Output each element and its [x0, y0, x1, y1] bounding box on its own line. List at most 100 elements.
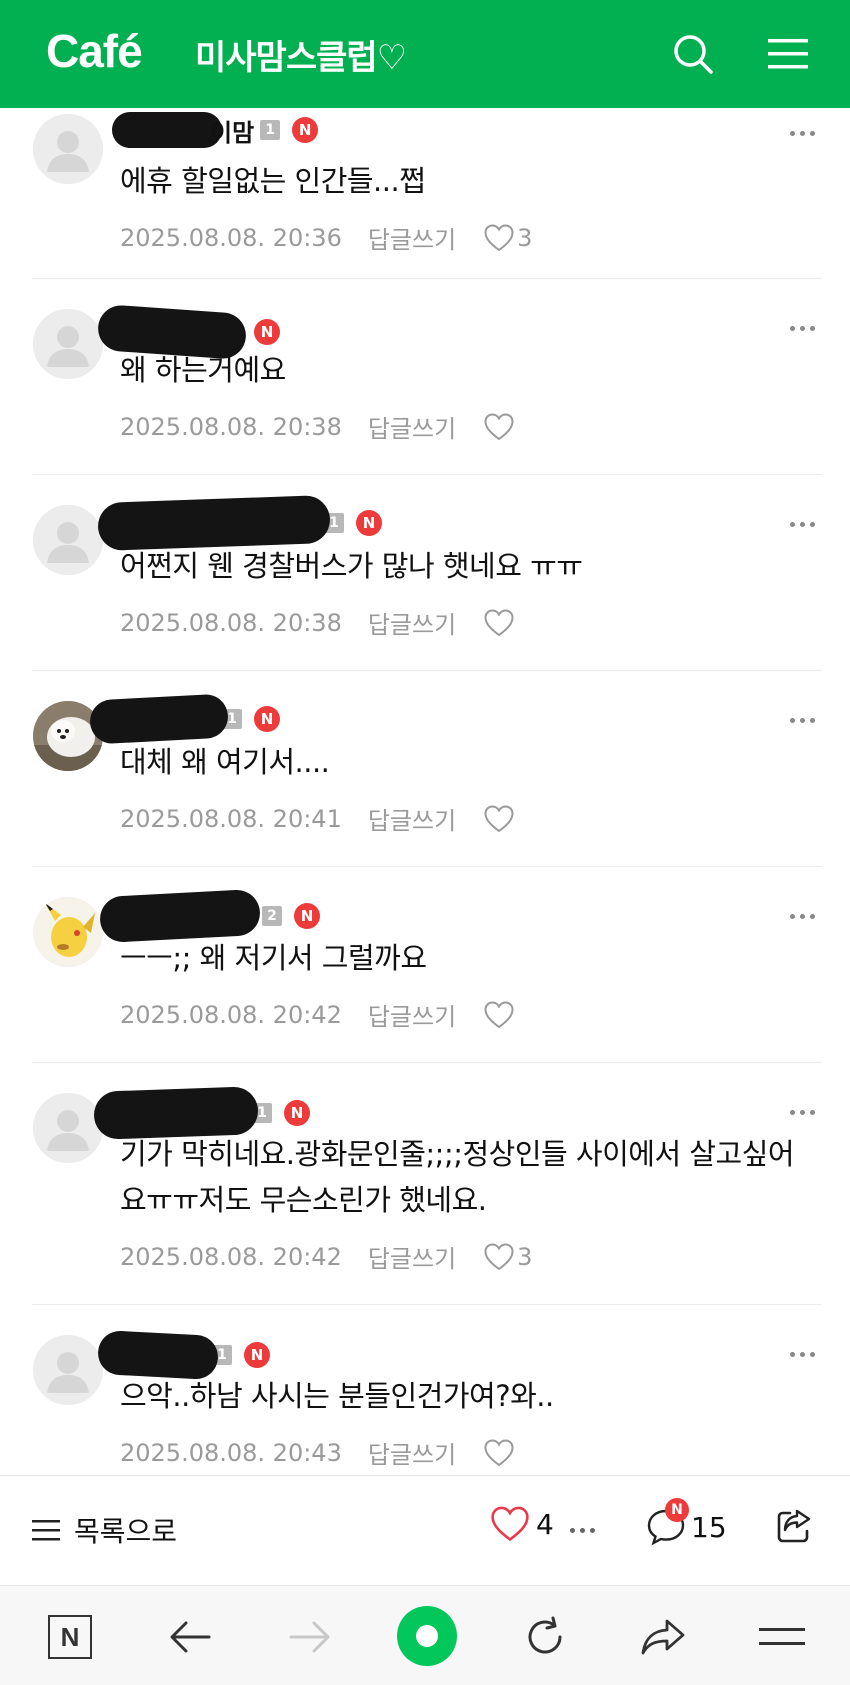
level-badge: 1 — [260, 120, 281, 140]
comment-meta: 2025.08.08. 20:38 답글쓰기 — [120, 605, 517, 640]
comment-text: 으악..하남 사시는 분들인건가여?와.. — [120, 1379, 554, 1413]
nickname-row[interactable]: 1 N — [96, 1329, 270, 1381]
comment-text: ㅡㅡ;; 왜 저기서 그럴까요 — [120, 941, 427, 975]
nickname-row[interactable]: 1 N — [88, 693, 280, 745]
reply-button[interactable]: 답글쓰기 — [368, 220, 456, 255]
forward-button[interactable] — [285, 1612, 335, 1662]
heart-icon — [484, 1242, 514, 1270]
menu-button[interactable] — [760, 26, 816, 82]
comment-text: 기가 막히네요.광화문인줄;;;;정상인들 사이에서 살고싶어요ㅠㅠ저도 무슨소… — [120, 1137, 795, 1217]
like-button[interactable] — [484, 608, 517, 637]
reply-button[interactable]: 답글쓰기 — [368, 997, 456, 1032]
reply-button[interactable]: 답글쓰기 — [368, 605, 456, 640]
default-avatar-icon — [33, 114, 103, 184]
browser-menu-button[interactable] — [757, 1612, 807, 1662]
comment-date: 2025.08.08. 20:41 — [120, 804, 342, 833]
nickname-redaction — [88, 693, 230, 745]
back-to-list-button[interactable]: 목록으로 — [32, 1510, 177, 1550]
more-options-button[interactable] — [782, 1097, 822, 1127]
comment-meta: 2025.08.08. 20:43 답글쓰기 — [120, 1435, 517, 1470]
comment-meta: 2025.08.08. 20:41 답글쓰기 — [120, 801, 517, 836]
heart-icon — [484, 608, 514, 636]
reply-button[interactable]: 답글쓰기 — [368, 409, 456, 444]
like-button[interactable] — [484, 804, 517, 833]
browser-nav-bar: N — [0, 1585, 850, 1685]
avatar[interactable] — [33, 505, 103, 575]
new-comment-badge: N — [665, 1498, 689, 1522]
comment-date: 2025.08.08. 20:36 — [120, 223, 342, 252]
comment-meta: 2025.08.08. 20:42 답글쓰기 3 — [120, 1239, 532, 1274]
reply-button[interactable]: 답글쓰기 — [368, 1435, 456, 1470]
comment-date: 2025.08.08. 20:38 — [120, 608, 342, 637]
refresh-icon — [528, 1616, 562, 1654]
new-badge: N — [244, 1342, 270, 1368]
top-bar: Café 미사맘스클럽♡ — [0, 0, 850, 108]
green-dot-button[interactable] — [397, 1606, 457, 1666]
nickname-row[interactable]: 이맘 1 N — [112, 112, 319, 148]
comment-date: 2025.08.08. 20:42 — [120, 1242, 342, 1271]
nickname-redaction — [112, 112, 222, 148]
nickname-row[interactable]: 1 N — [93, 1086, 310, 1140]
default-avatar-icon — [33, 309, 103, 379]
nickname-row[interactable]: 1 N — [97, 494, 382, 552]
like-button[interactable] — [484, 412, 517, 441]
comments-button[interactable]: N 15 — [645, 1498, 727, 1548]
divider — [32, 1062, 822, 1063]
divider — [32, 474, 822, 475]
back-button[interactable] — [165, 1612, 215, 1662]
divider — [32, 1304, 822, 1305]
new-badge: N — [284, 1100, 310, 1126]
new-badge: N — [254, 706, 280, 732]
post-like-button[interactable]: 4 — [490, 1506, 554, 1542]
level-badge: 2 — [262, 906, 282, 926]
more-options-button[interactable] — [782, 509, 822, 539]
heart-icon — [484, 1438, 514, 1466]
comment-date: 2025.08.08. 20:42 — [120, 1000, 342, 1029]
more-options-button[interactable] — [570, 1528, 595, 1533]
new-badge: N — [356, 510, 382, 536]
comment-meta: 2025.08.08. 20:42 답글쓰기 — [120, 997, 517, 1032]
menu-lines-icon — [759, 1628, 805, 1645]
comment-text: 대체 왜 여기서.... — [120, 745, 330, 779]
back-to-list-label: 목록으로 — [74, 1515, 178, 1548]
search-button[interactable] — [665, 26, 721, 82]
nickname-row[interactable]: 2 N — [98, 888, 320, 944]
like-button[interactable]: 3 — [484, 1243, 532, 1271]
more-options-button[interactable] — [782, 705, 822, 735]
reply-button[interactable]: 답글쓰기 — [368, 801, 456, 836]
more-options-button[interactable] — [782, 313, 822, 343]
cafe-logo[interactable]: Café — [46, 24, 143, 78]
search-icon — [674, 35, 713, 74]
comment-text: 어쩐지 웬 경찰버스가 많나 햇네요 ㅠㅠ — [120, 549, 583, 583]
naver-n-icon: N — [48, 1615, 92, 1659]
avatar[interactable] — [33, 1335, 103, 1405]
more-options-button[interactable] — [782, 1339, 822, 1369]
avatar[interactable] — [33, 1093, 103, 1163]
share-button[interactable] — [774, 1506, 814, 1550]
default-avatar-icon — [33, 1335, 103, 1405]
comment-text: 왜 하는거예요 — [120, 353, 286, 387]
like-button[interactable] — [484, 1000, 517, 1029]
new-badge: N — [292, 117, 319, 143]
like-button[interactable] — [484, 1438, 517, 1467]
avatar[interactable] — [33, 897, 103, 967]
new-badge: N — [294, 903, 320, 929]
avatar[interactable] — [33, 309, 103, 379]
nickname: 이맘 — [210, 118, 255, 147]
heart-icon — [484, 223, 514, 251]
naver-home-button[interactable]: N — [45, 1612, 95, 1662]
like-button[interactable]: 3 — [484, 224, 532, 252]
pikachu-avatar — [33, 897, 103, 967]
more-options-button[interactable] — [782, 118, 822, 148]
more-options-button[interactable] — [782, 901, 822, 931]
heart-icon — [484, 804, 514, 832]
share-arrow-icon — [641, 1619, 685, 1655]
share-page-button[interactable] — [638, 1612, 688, 1662]
like-count: 3 — [517, 1242, 533, 1271]
reply-button[interactable]: 답글쓰기 — [368, 1239, 456, 1274]
like-count: 3 — [517, 223, 533, 252]
cafe-title[interactable]: 미사맘스클럽♡ — [195, 30, 407, 79]
heart-icon — [491, 1506, 529, 1542]
refresh-button[interactable] — [520, 1612, 570, 1662]
avatar[interactable] — [33, 114, 103, 184]
